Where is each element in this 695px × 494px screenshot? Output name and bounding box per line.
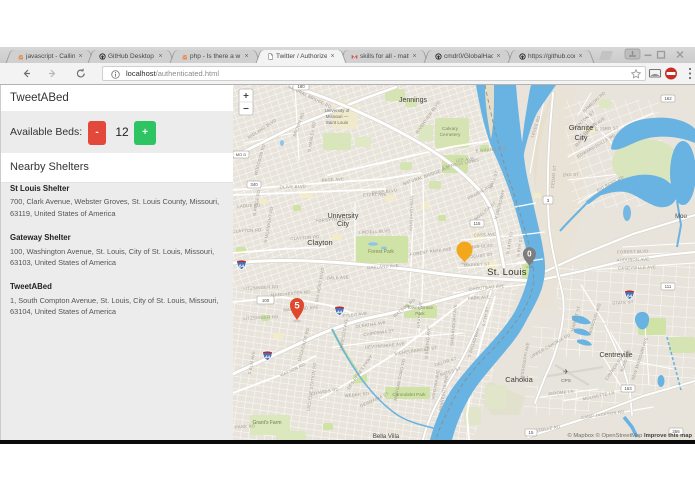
svg-text:Carondelet Park: Carondelet Park — [392, 392, 426, 397]
svg-text:111: 111 — [665, 284, 672, 289]
svg-text:Granite: Granite — [569, 123, 594, 132]
svg-text:Clayton: Clayton — [307, 238, 332, 247]
svg-text:Calvary: Calvary — [442, 126, 459, 132]
svg-text:0: 0 — [527, 250, 532, 259]
svg-text:CPS: CPS — [561, 378, 571, 384]
svg-text:2ND ST: 2ND ST — [563, 172, 580, 178]
svg-text:Tower Grove: Tower Grove — [407, 305, 433, 310]
svg-text:© Mapbox © OpenStreetMap Impro: © Mapbox © OpenStreetMap Improve this ma… — [567, 432, 692, 439]
svg-text:Cemetery: Cemetery — [440, 132, 461, 138]
svg-text:OLIVE BLVD: OLIVE BLVD — [280, 184, 307, 190]
svg-text:115: 115 — [474, 221, 482, 226]
svg-text:Forest Park: Forest Park — [368, 249, 394, 255]
svg-text:44: 44 — [265, 355, 271, 360]
svg-text:340: 340 — [250, 182, 258, 187]
svg-text:Missouri —: Missouri — — [326, 114, 349, 119]
svg-text:City: City — [575, 133, 588, 142]
svg-text:Grant's Farm: Grant's Farm — [252, 420, 281, 426]
svg-text:64: 64 — [627, 294, 633, 299]
svg-text:St. Louis: St. Louis — [487, 267, 527, 278]
svg-text:University of: University of — [325, 108, 351, 113]
svg-text:15: 15 — [529, 430, 534, 435]
svg-text:Cahokia: Cahokia — [505, 375, 533, 384]
svg-text:100: 100 — [262, 298, 270, 303]
svg-text:64: 64 — [239, 264, 245, 269]
svg-text:Centreville: Centreville — [599, 352, 632, 359]
svg-text:162: 162 — [664, 96, 672, 101]
svg-text:Jennings: Jennings — [399, 97, 428, 104]
svg-text:✈: ✈ — [563, 369, 569, 376]
svg-text:City: City — [337, 221, 350, 228]
svg-text:University: University — [328, 213, 359, 220]
svg-text:180: 180 — [297, 85, 305, 89]
svg-text:Mou: Mou — [675, 214, 687, 220]
svg-text:163: 163 — [624, 386, 632, 391]
svg-text:5: 5 — [294, 300, 300, 311]
svg-text:44: 44 — [337, 310, 343, 315]
svg-text:Saint Louis: Saint Louis — [326, 120, 349, 125]
svg-text:MO D: MO D — [236, 152, 247, 157]
svg-text:Park: Park — [415, 311, 425, 316]
